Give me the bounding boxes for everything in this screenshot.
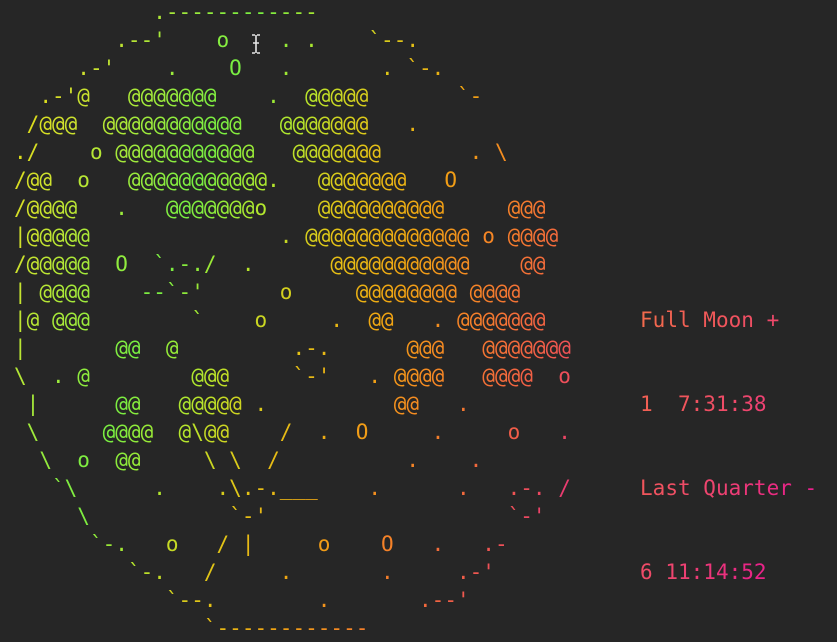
moon-row: .-' . O . . `-. <box>77 56 445 80</box>
moon-row: /@@@ @@@@@@@@@@@ @@@@@@@ . <box>26 112 419 136</box>
phase-line-1-time: 1 7:31:38 <box>640 392 767 416</box>
moon-row: `\ . .\.-.___ . . .-. / <box>51 476 571 500</box>
moon-row: ./ o @@@@@@@@@@@ @@@@@@@ . \ <box>14 140 508 164</box>
terminal-window[interactable]: .------------ .--' o . . `--. .-' . O . … <box>0 0 837 640</box>
moon-row: \ `-' `-' <box>77 504 546 528</box>
phase-line-2-time: 6 11:14:52 <box>640 560 767 584</box>
text-cursor-icon <box>252 34 260 54</box>
moon-row: `--. . .--' <box>165 588 470 612</box>
moon-row: /@@@@@ O `.-./ . @@@@@@@@@@@ @@ <box>14 252 546 276</box>
moon-row: |@ @@@ ` o . @@ . @@@@@@@ <box>14 308 546 332</box>
moon-row: |@@@@@ . @@@@@@@@@@@@@ o @@@@ <box>14 224 559 248</box>
moon-row: /@@ o @@@@@@@@@@@. @@@@@@@ O <box>14 168 457 192</box>
moon-phase-info: Full Moon + 1 7:31:38 Last Quarter - 6 1… <box>640 250 817 642</box>
moon-ascii-art: .------------ .--' o . . `--. .-' . O . … <box>14 0 571 642</box>
moon-row: \ @@@@ @\@@ / . O . o . <box>26 420 571 444</box>
moon-row: | @@@@ --`-' o @@@@@@@@ @@@@ <box>14 280 521 304</box>
moon-row: \ o @@ \ \ / . . <box>39 448 483 472</box>
moon-row: .------------ <box>153 0 318 24</box>
phase-line-2-name: Last Quarter - <box>640 476 818 500</box>
moon-row: .-'@ @@@@@@@ . @@@@@ `- <box>39 84 483 108</box>
phase-line-1-name: Full Moon + <box>640 308 780 332</box>
moon-row: `-. / . . .-' <box>127 560 495 584</box>
moon-row: | @@ @ .-. @@@ @@@@@@@ <box>14 336 571 360</box>
moon-row: /@@@@ . @@@@@@@o @@@@@@@@@@ @@@ <box>14 196 546 220</box>
moon-row: \ . @ @@@ `-' . @@@@ @@@@ o <box>14 364 571 388</box>
moon-row: `-. o / | o O . .- <box>89 532 508 556</box>
moon-row: | @@ @@@@@ . @@ . <box>26 392 470 416</box>
moon-row: .--' o . . `--. <box>115 28 419 52</box>
